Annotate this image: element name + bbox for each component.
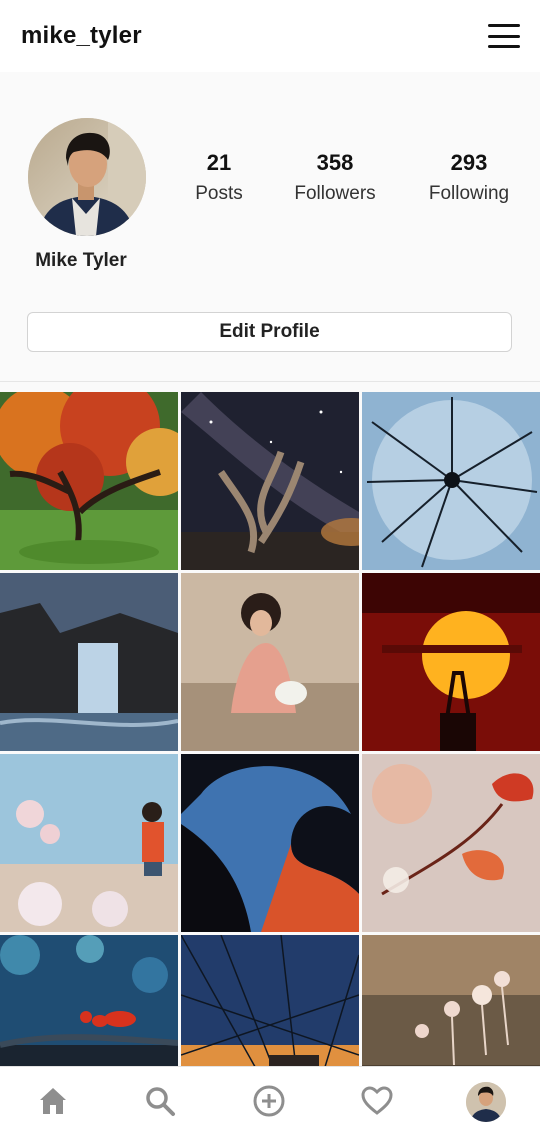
red-leaves-image bbox=[362, 754, 540, 932]
stat-following[interactable]: 293 Following bbox=[414, 150, 524, 205]
tiny-mushrooms-image bbox=[362, 935, 540, 1066]
milky-way-tree-image bbox=[181, 392, 359, 570]
post-thumbnail[interactable] bbox=[181, 935, 359, 1066]
post-thumbnail[interactable] bbox=[0, 935, 178, 1066]
home-icon[interactable] bbox=[35, 1083, 71, 1119]
following-count: 293 bbox=[450, 150, 488, 175]
followers-count: 358 bbox=[316, 150, 354, 175]
red-ant-image bbox=[0, 935, 178, 1066]
stat-followers[interactable]: 358 Followers bbox=[278, 150, 392, 205]
top-bar: mike_tyler bbox=[0, 0, 540, 72]
woman-on-rocks-image bbox=[0, 754, 178, 932]
post-thumbnail[interactable] bbox=[362, 935, 540, 1066]
posts-count: 21 bbox=[206, 150, 232, 175]
stat-posts[interactable]: 21 Posts bbox=[174, 150, 264, 205]
bridge-sunset-image bbox=[181, 935, 359, 1066]
add-post-icon[interactable] bbox=[251, 1083, 287, 1119]
autumn-tree-image bbox=[0, 392, 178, 570]
frozen-dandelion-image bbox=[362, 392, 540, 570]
posts-label: Posts bbox=[195, 183, 243, 204]
profile-photo bbox=[28, 118, 146, 236]
woman-pink-dress-image bbox=[181, 573, 359, 751]
post-thumbnail[interactable] bbox=[362, 392, 540, 570]
post-thumbnail[interactable] bbox=[0, 392, 178, 570]
header-username: mike_tyler bbox=[21, 22, 142, 49]
night-waterfall-image bbox=[0, 573, 178, 751]
sunset-tower-image bbox=[362, 573, 540, 751]
post-thumbnail[interactable] bbox=[0, 573, 178, 751]
post-thumbnail[interactable] bbox=[362, 754, 540, 932]
profile-nav-avatar[interactable] bbox=[466, 1082, 506, 1122]
search-icon[interactable] bbox=[142, 1083, 178, 1119]
profile-avatar[interactable] bbox=[28, 118, 146, 236]
profile-header: Mike Tyler 21 Posts 358 Followers 293 Fo… bbox=[0, 72, 540, 382]
following-label: Following bbox=[428, 183, 510, 204]
post-thumbnail[interactable] bbox=[181, 573, 359, 751]
profile-stats: 21 Posts 358 Followers 293 Following bbox=[170, 150, 540, 220]
posts-grid bbox=[0, 392, 540, 1066]
post-thumbnail[interactable] bbox=[181, 392, 359, 570]
display-name: Mike Tyler bbox=[35, 250, 127, 271]
post-thumbnail[interactable] bbox=[181, 754, 359, 932]
bottom-nav bbox=[0, 1066, 540, 1130]
post-thumbnail[interactable] bbox=[362, 573, 540, 751]
heart-icon[interactable] bbox=[359, 1083, 395, 1119]
hamburger-menu-icon[interactable] bbox=[488, 24, 520, 48]
canyon-arch-image bbox=[181, 754, 359, 932]
post-thumbnail[interactable] bbox=[0, 754, 178, 932]
followers-label: Followers bbox=[294, 183, 376, 204]
edit-profile-button[interactable]: Edit Profile bbox=[27, 312, 512, 352]
